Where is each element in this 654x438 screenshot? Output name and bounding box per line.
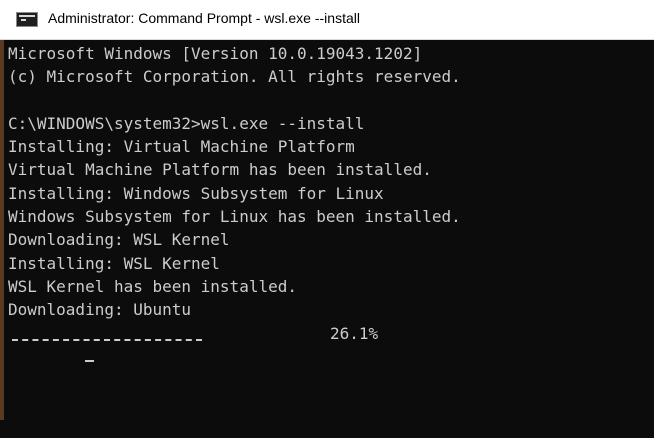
console-line: Windows Subsystem for Linux has been ins… <box>8 207 461 227</box>
progress-bar <box>12 338 202 341</box>
console-line: WSL Kernel has been installed. <box>8 276 297 296</box>
console-line: Installing: WSL Kernel <box>8 253 220 273</box>
cmd-console-icon[interactable] <box>16 12 38 27</box>
progress-percent: 26.1% <box>330 323 379 343</box>
window-title: Administrator: Command Prompt - wsl.exe … <box>48 10 360 26</box>
console-line: Downloading: WSL Kernel <box>8 230 230 250</box>
console-lines: Microsoft Windows [Version 10.0.19043.12… <box>8 42 461 362</box>
console-line: Installing: Windows Subsystem for Linux <box>8 183 384 203</box>
console-line: Virtual Machine Platform has been instal… <box>8 160 432 180</box>
console-line: Downloading: Ubuntu <box>8 300 192 320</box>
console-output[interactable]: Microsoft Windows [Version 10.0.19043.12… <box>0 40 654 420</box>
title-bar[interactable]: Administrator: Command Prompt - wsl.exe … <box>0 0 654 40</box>
console-line: Installing: Virtual Machine Platform <box>8 137 355 157</box>
text-cursor <box>85 359 95 362</box>
console-line: (c) Microsoft Corporation. All rights re… <box>8 67 461 87</box>
console-line: Microsoft Windows [Version 10.0.19043.12… <box>8 44 423 63</box>
console-line: C:\WINDOWS\system32>wsl.exe --install <box>8 113 365 133</box>
download-progress: 26.1% <box>8 322 461 362</box>
command-prompt-window: Administrator: Command Prompt - wsl.exe … <box>0 0 654 420</box>
